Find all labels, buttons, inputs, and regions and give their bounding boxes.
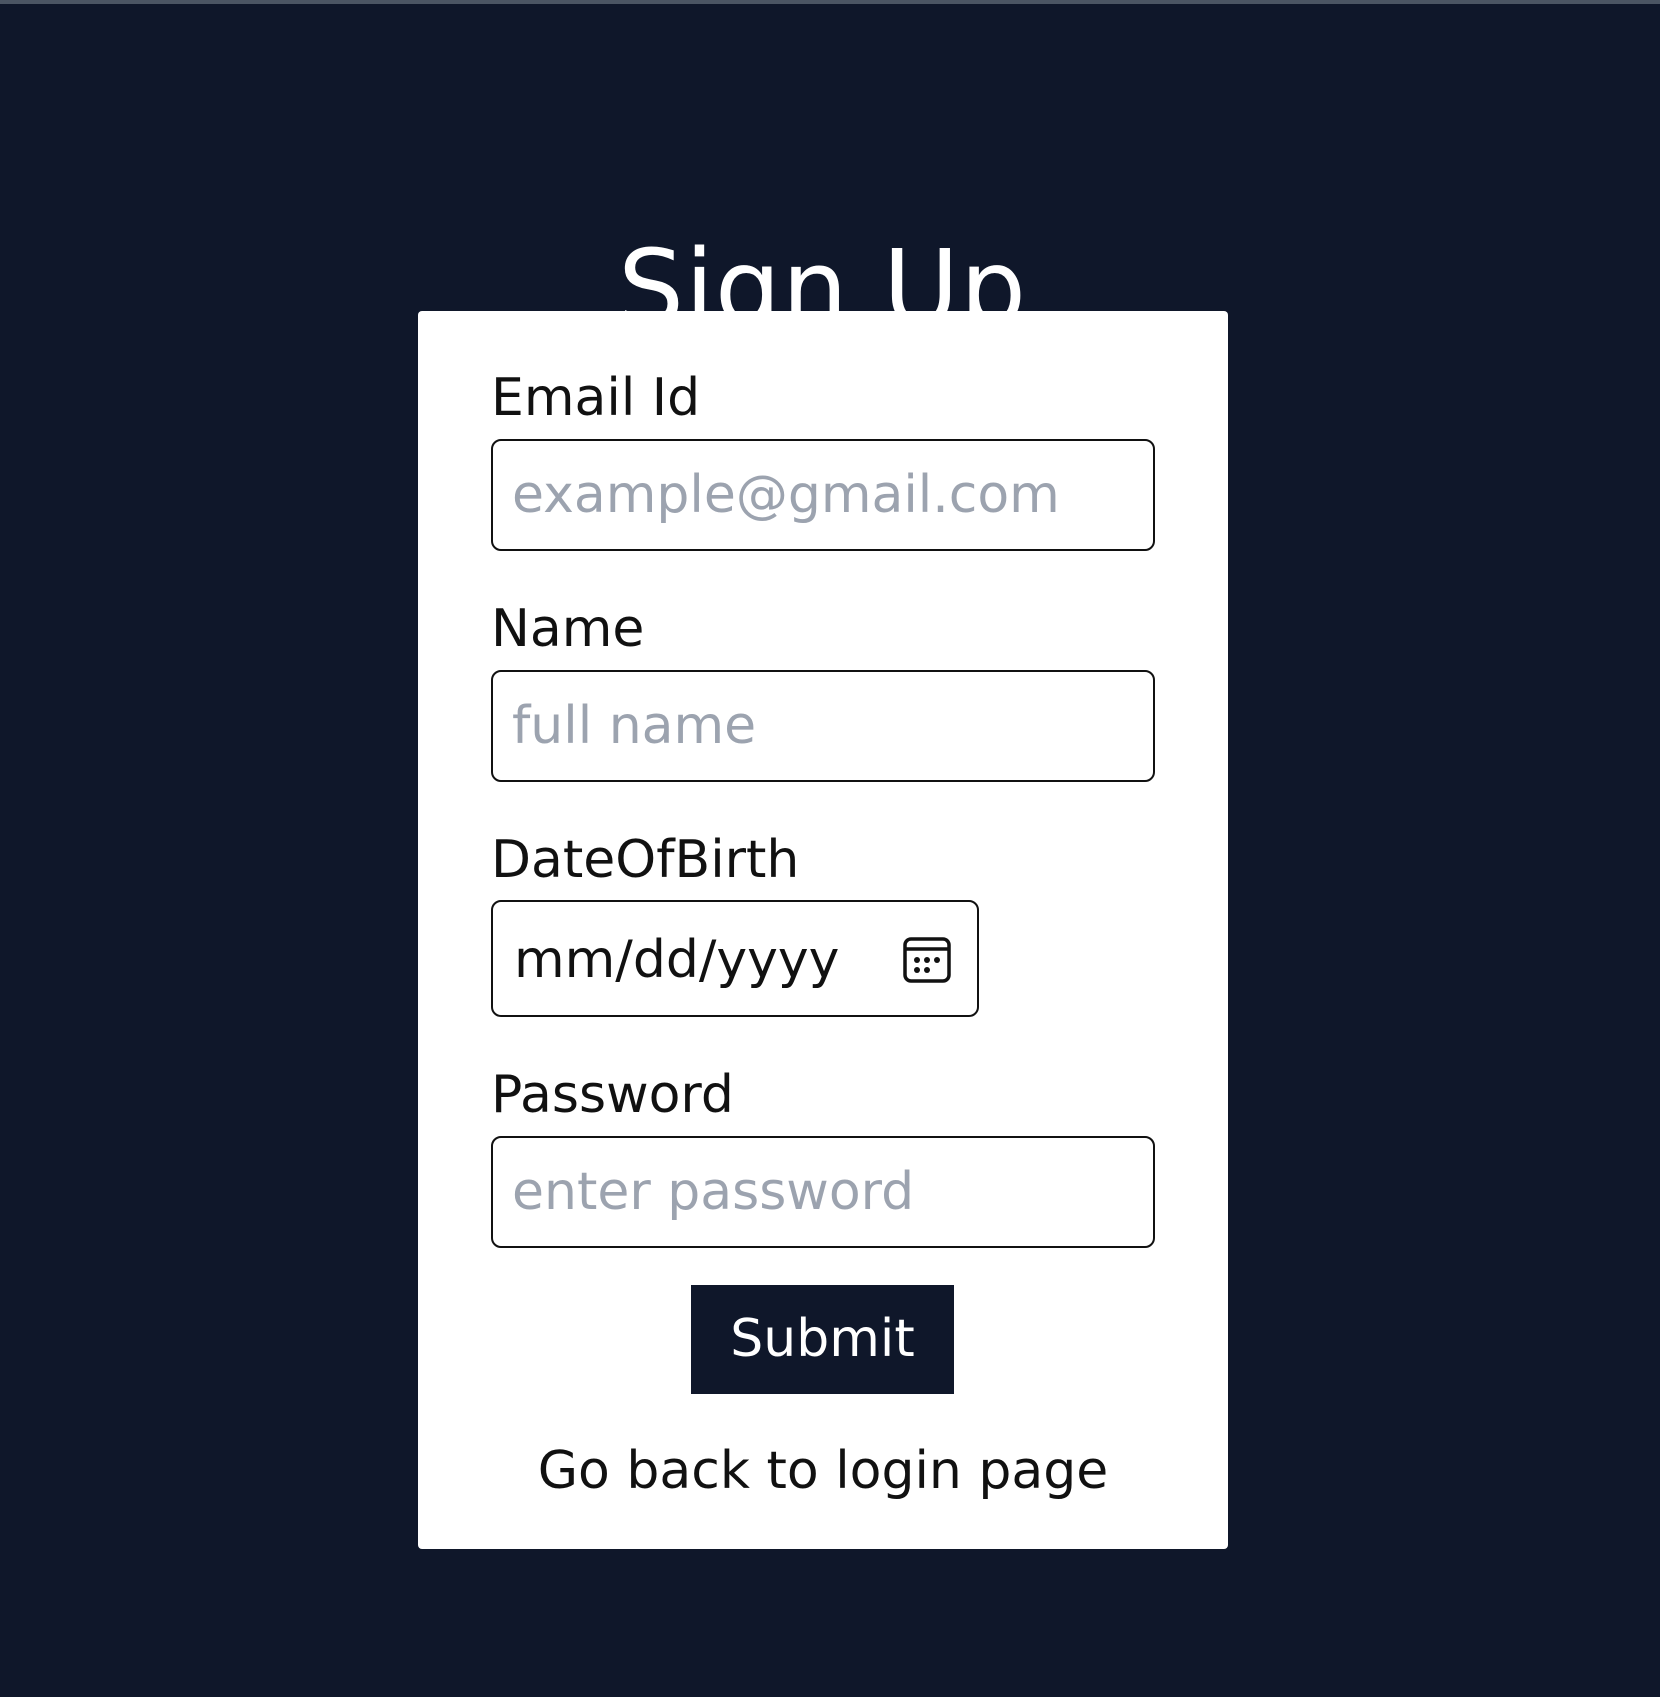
email-input[interactable] bbox=[491, 439, 1155, 551]
back-to-login-link[interactable]: Go back to login page bbox=[418, 1441, 1228, 1501]
date-format-text: mm/dd/yyyy bbox=[514, 930, 840, 990]
window-top-edge bbox=[0, 0, 1660, 4]
name-label: Name bbox=[491, 599, 645, 659]
calendar-icon[interactable] bbox=[902, 935, 952, 985]
date-of-birth-input[interactable]: mm/dd/yyyy bbox=[491, 900, 979, 1017]
submit-button[interactable]: Submit bbox=[691, 1285, 954, 1394]
signup-form-card: Email Id Name DateOfBirth mm/dd/yyyy Pas… bbox=[418, 311, 1228, 1549]
password-input[interactable] bbox=[491, 1136, 1155, 1248]
password-label: Password bbox=[491, 1065, 734, 1125]
email-label: Email Id bbox=[491, 368, 701, 428]
name-input[interactable] bbox=[491, 670, 1155, 782]
date-of-birth-label: DateOfBirth bbox=[491, 830, 800, 890]
